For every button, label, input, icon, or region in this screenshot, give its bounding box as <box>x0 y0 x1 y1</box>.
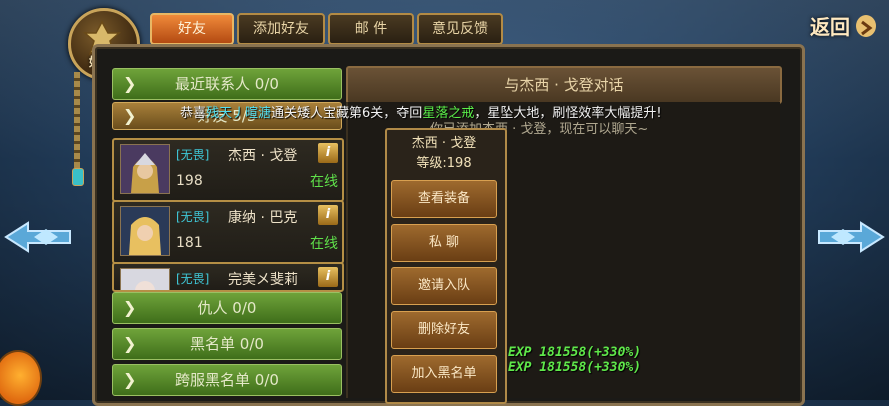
nav-left-arrow-icon[interactable] <box>4 215 74 259</box>
info-icon[interactable]: i <box>318 267 338 287</box>
avatar <box>120 268 170 290</box>
private-chat-button[interactable]: 私 聊 <box>391 224 497 262</box>
chain-decoration <box>74 72 80 182</box>
friend-name: 杰西 · 戈登 <box>228 148 298 164</box>
gem-decoration-icon <box>72 168 84 186</box>
friend-row[interactable]: [无畏] 完美メ斐莉 i <box>112 262 344 292</box>
broadcast-mid: 通关矮人宝藏第6关，夺回 <box>271 106 423 121</box>
friend-row[interactable]: [无畏] 杰西 · 戈登 198 在线 i <box>112 138 344 202</box>
friend-level: 198 <box>176 173 203 189</box>
category-cross-blacklist-label: 跨服黑名单 0/0 <box>175 371 279 389</box>
friend-name: 完美メ斐莉 <box>228 272 298 288</box>
category-enemies-label: 仇人 0/0 <box>197 299 257 317</box>
avatar <box>120 144 170 194</box>
friend-title: [无畏] <box>176 148 210 162</box>
friend-level: 181 <box>176 235 203 251</box>
friend-title: [无畏] <box>176 210 210 224</box>
chat-title: 与杰西 · 戈登对话 <box>346 66 782 104</box>
back-label: 返回 <box>810 15 850 39</box>
exp-message: EXP 181558(+330%) <box>508 360 642 375</box>
friend-row[interactable]: [无畏] 康纳 · 巴克 181 在线 i <box>112 200 344 264</box>
view-equipment-button[interactable]: 查看装备 <box>391 180 497 218</box>
category-enemies[interactable]: ❯ 仇人 0/0 <box>112 292 342 324</box>
category-blacklist-label: 黑名单 0/0 <box>190 335 264 353</box>
category-cross-blacklist[interactable]: ❯ 跨服黑名单 0/0 <box>112 364 342 396</box>
broadcast-item[interactable]: 星落之戒 <box>422 106 474 121</box>
friend-status: 在线 <box>310 174 338 190</box>
category-blacklist[interactable]: ❯ 黑名单 0/0 <box>112 328 342 360</box>
broadcast-prefix: 恭喜 <box>180 106 207 121</box>
info-icon[interactable]: i <box>318 143 338 163</box>
friend-status: 在线 <box>310 236 338 252</box>
info-icon[interactable]: i <box>318 205 338 225</box>
arrow-right-icon <box>856 15 876 37</box>
add-blacklist-button[interactable]: 加入黑名单 <box>391 355 497 393</box>
avatar <box>120 206 170 256</box>
popup-player-level: 等级:198 <box>416 156 472 171</box>
back-button[interactable]: 返回 <box>806 10 882 44</box>
nav-right-arrow-icon[interactable] <box>815 215 885 259</box>
category-recent-label: 最近联系人 0/0 <box>175 75 279 93</box>
popup-player-name: 杰西 · 戈登 <box>411 136 477 151</box>
broadcast-suffix: ，星坠大地，刷怪效率大幅提升! <box>474 106 662 121</box>
category-recent[interactable]: ❯ 最近联系人 0/0 <box>112 68 342 100</box>
tab-feedback[interactable]: 意见反馈 <box>417 13 503 45</box>
invite-team-button[interactable]: 邀请入队 <box>391 267 497 305</box>
broadcast-player[interactable]: 残天丿暄溏 <box>206 106 271 121</box>
tab-add-friend[interactable]: 添加好友 <box>237 13 325 45</box>
exp-message: EXP 181558(+330%) <box>508 345 642 360</box>
tab-mail[interactable]: 邮 件 <box>328 13 414 45</box>
delete-friend-button[interactable]: 删除好友 <box>391 311 497 349</box>
broadcast-message: 恭喜残天丿暄溏通关矮人宝藏第6关，夺回星落之戒，星坠大地，刷怪效率大幅提升! <box>180 102 662 121</box>
friend-title: [无畏] <box>176 272 210 286</box>
tab-friends[interactable]: 好友 <box>150 13 234 45</box>
friend-name: 康纳 · 巴克 <box>228 210 298 226</box>
